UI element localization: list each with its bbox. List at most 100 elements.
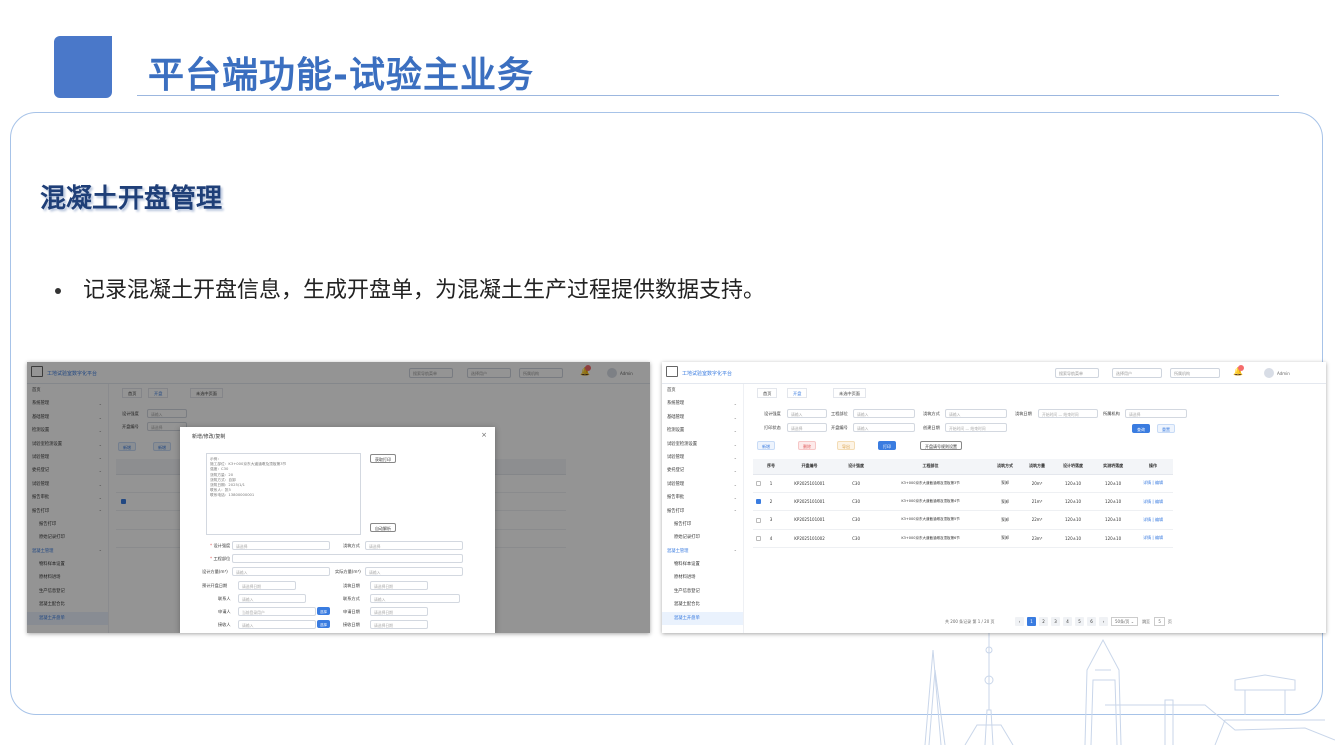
dlg-method-select[interactable]: 请选择: [365, 541, 463, 550]
dlg-plan-date-input[interactable]: 请选择日期: [238, 581, 296, 590]
filter-open-no-input[interactable]: 请输入: [853, 423, 915, 432]
dlg-label-method: 浇筑方式: [343, 543, 360, 548]
reset-button[interactable]: 重置: [1157, 424, 1175, 433]
sidebar-item[interactable]: 试验管理 ⌄: [662, 451, 743, 464]
main-area: 首页 开盘 未选中页面 设计强度 请输入 工程部位 请输入 浇筑方式 请输入 浇…: [745, 384, 1326, 633]
filter-print-status-select[interactable]: 请选择: [787, 423, 827, 432]
filter-org-select[interactable]: 请选择: [1125, 409, 1187, 418]
row-checkbox[interactable]: [755, 499, 761, 505]
sidebar-item-label: 委托登记: [667, 468, 685, 474]
table-cell: K3+000京东大道截涵墩及顶板第6节: [872, 529, 989, 549]
row-actions-link[interactable]: 详情 | 编辑: [1143, 499, 1163, 504]
table-row: 3 KP2025101001 C30 K3+000京东大道截涵墩及顶板第5节 泵卸 22m…: [753, 510, 1173, 530]
dlg-actual-volume-input[interactable]: 请输入: [365, 567, 463, 576]
row-actions-link[interactable]: 详情 | 编辑: [1143, 517, 1163, 522]
table-cell: 22m³: [1020, 510, 1054, 530]
filter-label-org: 所属机构: [1103, 411, 1120, 416]
page-number[interactable]: 6: [1087, 617, 1096, 626]
sidebar-item-label: 原始记录打印: [674, 535, 700, 541]
sidebar-item[interactable]: 试验室检测设置 ⌄: [662, 438, 743, 451]
col-header: 实测坍落度: [1093, 459, 1134, 475]
tab-current[interactable]: 开盘: [787, 388, 808, 398]
filter-grade-input[interactable]: 请输入: [787, 409, 827, 418]
dlg-grade-select[interactable]: 请选择: [232, 541, 330, 550]
dlg-receiver-input[interactable]: 请输入: [238, 620, 316, 629]
dlg-applicant-input[interactable]: 当前登录用户: [238, 607, 316, 616]
row-checkbox[interactable]: [755, 480, 761, 486]
search-button[interactable]: 查询: [1132, 424, 1150, 433]
select-receiver-button[interactable]: 选择: [317, 620, 330, 628]
dlg-contact-input[interactable]: 请输入: [238, 594, 306, 603]
sidebar-item[interactable]: 混凝土配合比: [662, 598, 743, 611]
admin-label[interactable]: Admin: [1277, 371, 1290, 376]
page-number[interactable]: 1: [1027, 617, 1036, 626]
sidebar-item[interactable]: 物料样本设置: [662, 558, 743, 571]
sidebar-item-label: 试验管理: [667, 454, 685, 460]
page-number[interactable]: 4: [1063, 617, 1072, 626]
sidebar-item[interactable]: 试验管理 ⌄: [662, 478, 743, 491]
page-number[interactable]: 3: [1051, 617, 1060, 626]
sidebar-item[interactable]: 原材料进场: [662, 571, 743, 584]
dlg-part-input[interactable]: [232, 554, 463, 563]
delete-button[interactable]: 删除: [798, 441, 816, 450]
sidebar-item-label: 物料样本设置: [674, 562, 700, 568]
jump-input[interactable]: 5: [1154, 617, 1165, 626]
dlg-receive-date-input[interactable]: 请选择日期: [370, 620, 428, 629]
row-checkbox[interactable]: [755, 517, 761, 523]
auto-parse-button[interactable]: 自动解析: [370, 523, 396, 532]
sidebar-item[interactable]: 生产信息登记: [662, 585, 743, 598]
sidebar-item-label: 生产信息登记: [674, 588, 700, 594]
avatar[interactable]: [1264, 368, 1274, 378]
filter-label-print-status: 打印状态: [764, 425, 781, 430]
table-cell: C30: [840, 492, 873, 512]
tab-other[interactable]: 未选中页面: [833, 388, 866, 398]
close-icon[interactable]: ×: [481, 431, 487, 439]
chevron-icon: ⌃: [733, 548, 737, 554]
dlg-label-apply-date: 申请日期: [343, 609, 360, 614]
org-select[interactable]: 所属机构: [1170, 368, 1220, 378]
row-actions-link[interactable]: 详情 | 编辑: [1143, 535, 1163, 540]
print-button[interactable]: 打印: [878, 441, 896, 450]
filter-pour-date-input[interactable]: 开始时间 — 结束时间: [1038, 409, 1098, 418]
menu-search-input[interactable]: 搜索导航菜单: [1055, 368, 1099, 378]
row-checkbox[interactable]: [755, 536, 761, 542]
sidebar-item[interactable]: 报告打印: [662, 518, 743, 531]
export-button[interactable]: 导出: [837, 441, 855, 450]
sidebar-item[interactable]: 检测设置 ⌄: [662, 424, 743, 437]
sidebar-item[interactable]: 首页: [662, 384, 743, 397]
sidebar-item-label: 报告打印: [674, 521, 692, 527]
filter-label-pour-date: 浇筑日期: [1015, 411, 1032, 416]
dlg-label-contact-method: 联系方式: [343, 596, 360, 601]
filter-create-date-input[interactable]: 开始时间 — 结束时间: [945, 423, 1007, 432]
page-number[interactable]: 5: [1075, 617, 1084, 626]
filter-method-input[interactable]: 请输入: [945, 409, 1007, 418]
page-number[interactable]: 2: [1039, 617, 1048, 626]
add-button[interactable]: 新增: [757, 441, 775, 450]
sidebar-item[interactable]: 基础管理 ⌄: [662, 411, 743, 424]
filter-part-input[interactable]: 请输入: [853, 409, 915, 418]
sidebar-item-label: 报告审批: [667, 495, 685, 501]
dlg-apply-date-input[interactable]: 请选择日期: [370, 607, 428, 616]
next-page-icon[interactable]: ›: [1099, 617, 1108, 626]
dlg-contact-method-input[interactable]: 请输入: [370, 594, 460, 603]
sidebar-item[interactable]: 报告审批 ⌄: [662, 491, 743, 504]
print-setting-button[interactable]: 开盘请号规则设置: [920, 441, 962, 450]
sidebar-item[interactable]: 报告打印 ⌃: [662, 505, 743, 518]
table-cell: 120±10: [1093, 492, 1134, 512]
dlg-pour-date-input[interactable]: 请选择日期: [370, 581, 428, 590]
sidebar-item[interactable]: 原始记录打印: [662, 531, 743, 544]
sidebar-item[interactable]: 委托登记 ⌄: [662, 464, 743, 477]
row-actions-link[interactable]: 详情 | 编辑: [1143, 480, 1163, 485]
get-print-button[interactable]: 获取打印: [370, 454, 396, 463]
dlg-design-volume-input[interactable]: 请输入: [232, 567, 330, 576]
user-select[interactable]: 选择用户: [1112, 368, 1162, 378]
paste-textarea[interactable]: 示例： 施工部位：K3+000京东大道涵墩及顶板第3节 强度：C30 浇筑方量：…: [206, 453, 361, 535]
sidebar-item[interactable]: 系统管理 ⌄: [662, 397, 743, 410]
sidebar-item[interactable]: 混凝土管理 ⌃: [662, 545, 743, 558]
prev-page-icon[interactable]: ‹: [1015, 617, 1024, 626]
tab-home[interactable]: 首页: [757, 388, 778, 398]
page-size-select[interactable]: 50条/页 ⌄: [1111, 617, 1139, 626]
sidebar-item[interactable]: 混凝土开盘单: [662, 611, 743, 626]
select-applicant-button[interactable]: 选择: [317, 607, 330, 615]
dlg-label-grade: * 设计强度: [210, 543, 231, 548]
